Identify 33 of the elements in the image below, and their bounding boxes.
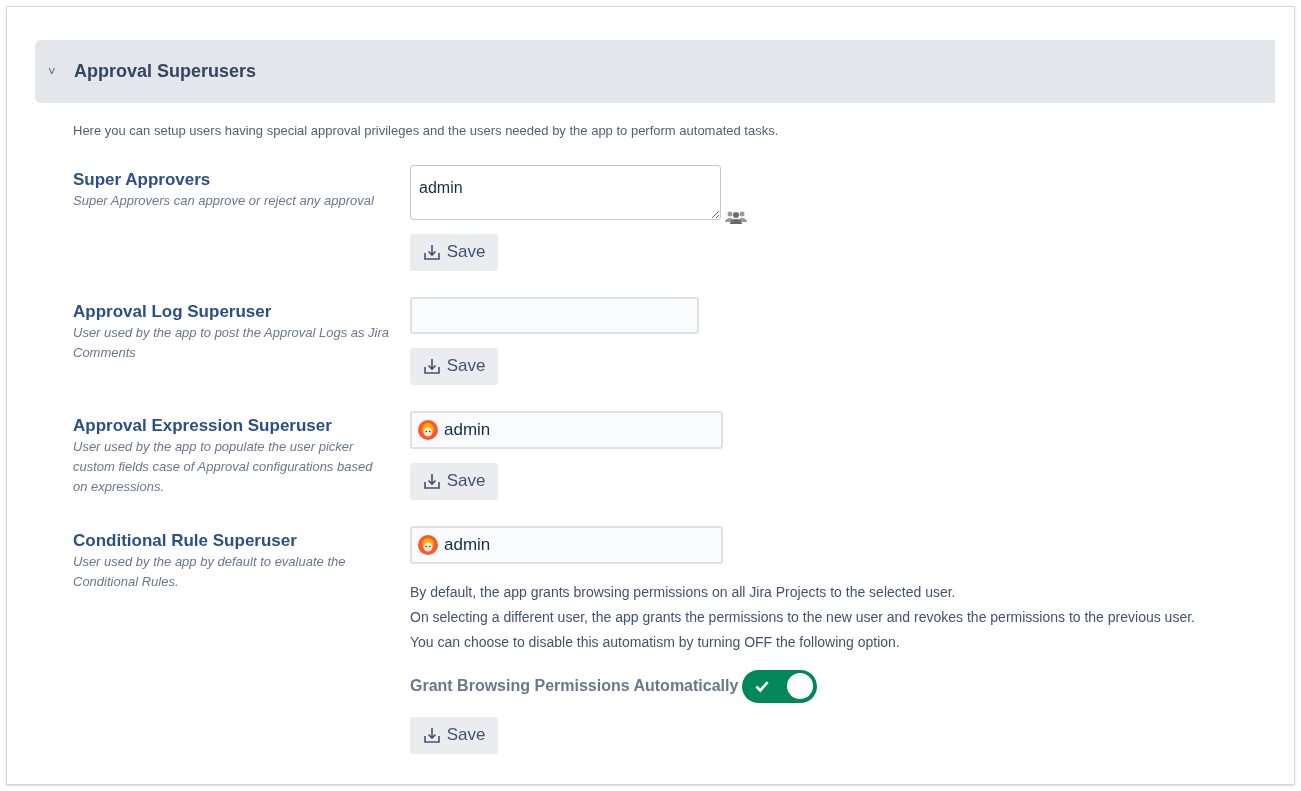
setting-help: User used by the app by default to evaluate the Conditional Rules. xyxy=(73,552,347,591)
user-picker-field[interactable]: admin xyxy=(410,410,723,449)
download-icon xyxy=(422,357,441,375)
setting-help: User used by the app to populate the user picker custom fields case of Approval configurations based on expressions. xyxy=(73,437,374,496)
toggle-knob xyxy=(787,673,814,699)
info-text: By default, the app grants browsing permissions on all Jira Projects to the selected user. xyxy=(410,582,957,602)
save-button[interactable]: Save xyxy=(410,233,498,271)
save-button[interactable]: Save xyxy=(410,347,498,385)
save-button[interactable]: Save xyxy=(410,462,498,500)
info-text: You can choose to disable this automatism by turning OFF the following option. xyxy=(410,632,901,652)
section-description: Here you can setup users having special approval privileges and the users needed by the app to perform automated tasks. xyxy=(73,122,780,140)
download-icon xyxy=(422,726,441,744)
user-group-icon[interactable] xyxy=(725,209,747,224)
download-icon xyxy=(422,243,441,261)
setting-label: Approval Expression Superuser xyxy=(73,414,333,437)
setting-label: Super Approvers xyxy=(73,168,212,191)
setting-label: Conditional Rule Superuser xyxy=(73,529,298,552)
users-textarea[interactable]: admin xyxy=(410,164,721,220)
section-title: Approval Superusers xyxy=(74,60,257,83)
setting-help: User used by the app to post the Approval Logs as Jira Comments xyxy=(73,323,391,362)
save-button[interactable]: Save xyxy=(410,716,498,754)
section-header[interactable]: ˅ Approval Superusers xyxy=(35,40,1275,103)
toggle-label: Grant Browsing Permissions Automatically xyxy=(410,676,739,696)
setting-label: Approval Log Superuser xyxy=(73,300,273,323)
toggle-switch[interactable] xyxy=(742,669,818,703)
avatar-icon xyxy=(418,419,438,440)
setting-help: Super Approvers can approve or reject any approval xyxy=(73,191,375,210)
info-text: On selecting a different user, the app grants the permissions to the new user and revokes the permissions to the previous user. xyxy=(410,607,1195,627)
user-picker-field[interactable]: admin xyxy=(410,525,723,564)
caret-icon[interactable]: ˅ xyxy=(48,61,60,82)
avatar-icon xyxy=(418,534,438,555)
user-input-field[interactable] xyxy=(410,296,699,334)
download-icon xyxy=(422,472,441,490)
